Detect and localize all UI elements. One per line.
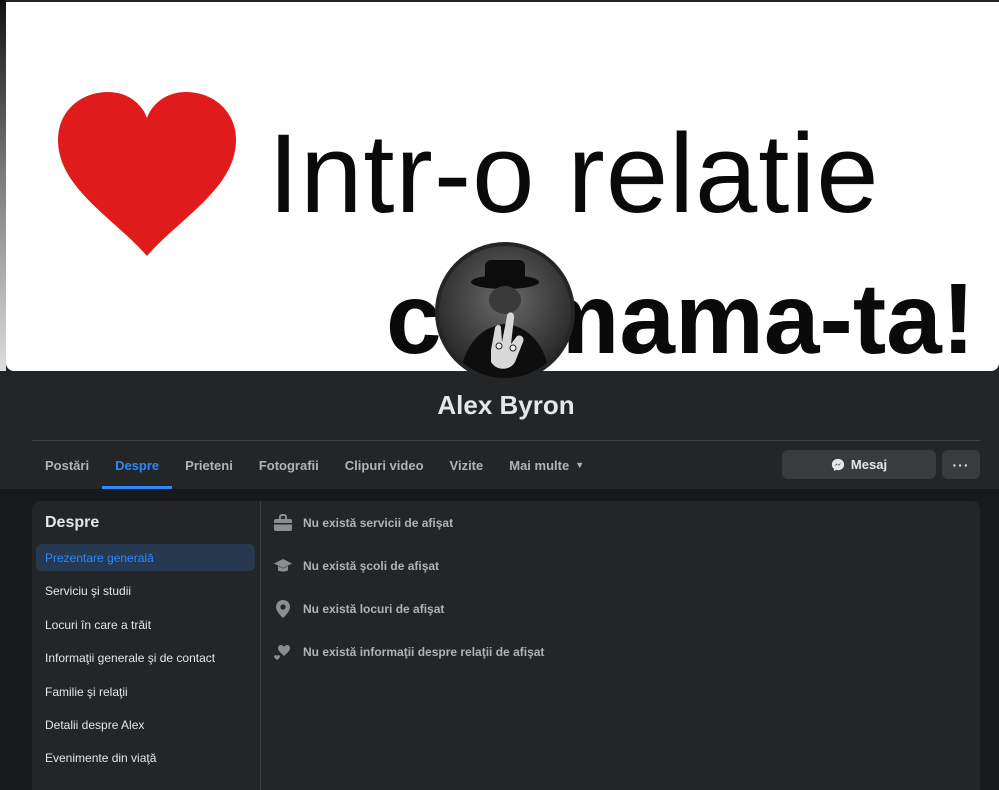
tab-label: Despre	[115, 457, 160, 473]
overview-text: Nu există locuri de afişat	[303, 602, 445, 616]
about-title: Despre	[45, 514, 100, 531]
sidebar-item-label: Evenimente din viaţă	[45, 750, 157, 765]
sidebar-item-places-lived[interactable]: Locuri în care a trăit	[36, 611, 255, 638]
sidebar-item-label: Serviciu şi studii	[45, 583, 132, 598]
overview-relationships: Nu există informaţii despre relaţii de a…	[273, 642, 544, 662]
overview-text: Nu există servicii de afişat	[303, 516, 454, 530]
sidebar-item-label: Informaţii generale şi de contact	[45, 650, 216, 665]
profile-tabs: Postări Despre Prieteni Fotografii Clipu…	[32, 441, 597, 489]
sidebar-item-details[interactable]: Detalii despre Alex	[36, 711, 255, 738]
cover-text-line1: Intr-o relatie	[268, 111, 880, 236]
tab-label: Clipuri video	[344, 457, 424, 473]
tab-label: Mai multe	[509, 457, 570, 473]
profile-name: Alex Byron	[437, 390, 575, 420]
location-pin-icon	[273, 599, 293, 619]
messenger-icon	[831, 458, 845, 471]
overview-text: Nu există şcoli de afişat	[303, 559, 440, 573]
sidebar-item-contact-info[interactable]: Informaţii generale şi de contact	[36, 644, 255, 671]
tab-clipuri-video[interactable]: Clipuri video	[332, 441, 437, 489]
sidebar-item-label: Detalii despre Alex	[45, 717, 145, 732]
heart-icon	[58, 92, 236, 256]
hearts-icon	[273, 642, 293, 662]
sidebar-item-label: Locuri în care a trăit	[45, 617, 152, 632]
briefcase-icon	[273, 513, 293, 533]
tab-prieteni[interactable]: Prieteni	[172, 441, 246, 489]
overview-places: Nu există locuri de afişat	[273, 599, 444, 619]
tab-label: Fotografii	[258, 457, 319, 473]
tab-postari[interactable]: Postări	[32, 441, 102, 489]
tab-despre[interactable]: Despre	[102, 441, 173, 489]
sidebar-item-life-events[interactable]: Evenimente din viaţă	[36, 744, 255, 771]
overview-education: Nu există şcoli de afişat	[273, 556, 439, 576]
sidebar-item-label: Prezentare generală	[45, 550, 154, 565]
avatar[interactable]	[435, 242, 575, 382]
overview-work: Nu există servicii de afişat	[273, 513, 453, 533]
tab-label: Prieteni	[185, 457, 233, 473]
tab-vizite[interactable]: Vizite	[437, 441, 497, 489]
sidebar-item-work-education[interactable]: Serviciu şi studii	[36, 577, 255, 604]
tab-mai-multe[interactable]: Mai multe ▼	[496, 441, 597, 489]
avatar-photo	[439, 246, 571, 378]
sidebar-item-label: Familie şi relaţii	[45, 684, 128, 699]
about-card: Despre Prezentare generală Serviciu şi s…	[32, 501, 980, 790]
message-button-label: Mesaj	[850, 457, 888, 472]
ellipsis-icon: ···	[952, 456, 970, 473]
profile-header: Intr-o relatie cu mama-ta! Alex Byron Po…	[0, 0, 999, 489]
tab-label: Vizite	[449, 457, 484, 473]
graduation-cap-icon	[273, 556, 293, 576]
tab-label: Postări	[45, 457, 90, 473]
message-button[interactable]: Mesaj	[782, 450, 936, 479]
tab-fotografii[interactable]: Fotografii	[246, 441, 332, 489]
about-divider	[260, 501, 261, 790]
sidebar-item-family-relationships[interactable]: Familie şi relaţii	[36, 678, 255, 705]
sidebar-item-overview[interactable]: Prezentare generală	[36, 544, 255, 571]
more-options-button[interactable]: ···	[942, 450, 980, 479]
about-sidebar: Despre Prezentare generală Serviciu şi s…	[32, 501, 260, 790]
chevron-down-icon: ▼	[575, 460, 585, 470]
overview-text: Nu există informaţii despre relaţii de a…	[303, 645, 545, 659]
